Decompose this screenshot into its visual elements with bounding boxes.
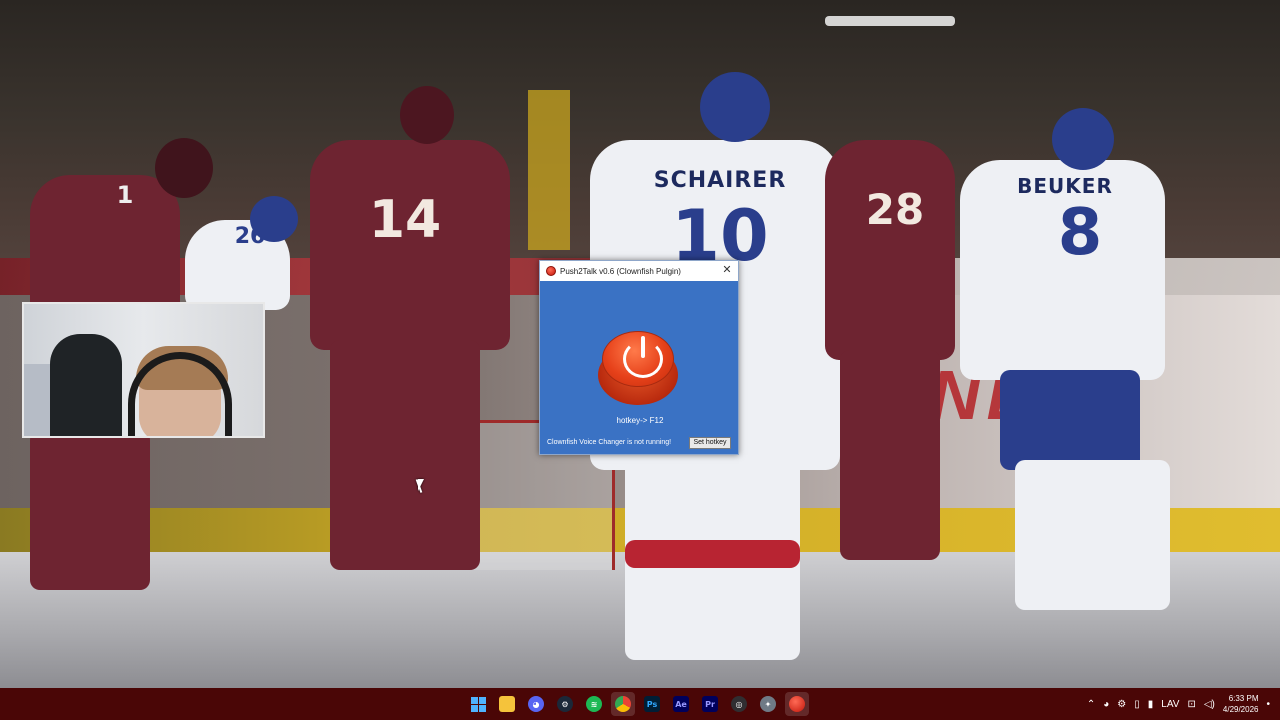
- security-icon[interactable]: ▮: [1148, 699, 1154, 710]
- player-maroon-14: 14: [310, 140, 510, 350]
- jersey-number: 14: [368, 190, 442, 250]
- notification-icon[interactable]: •: [1266, 699, 1270, 710]
- clock-time: 6:33 PM: [1228, 694, 1259, 703]
- player-legs: [330, 340, 480, 570]
- steam-tray-icon[interactable]: ⚙: [1117, 699, 1126, 710]
- webcam-overlay: [22, 302, 265, 438]
- ceiling-lights: [825, 16, 955, 26]
- player-helmet: [155, 138, 213, 198]
- folder-icon: [499, 696, 515, 712]
- obs-icon: ◎: [731, 696, 747, 712]
- taskbar-chrome[interactable]: [611, 692, 635, 716]
- jersey-number: 1: [116, 181, 134, 209]
- taskbar-pinned-apps: ◕ ⚙ ≋ Ps Ae Pr ◎ ✦: [466, 688, 809, 720]
- taskbar-obs[interactable]: ◎: [727, 692, 751, 716]
- gear-icon: ✦: [760, 696, 776, 712]
- player-helmet: [400, 86, 454, 144]
- windows-start-icon: [470, 696, 486, 712]
- chrome-icon: [615, 696, 631, 712]
- player-usa-8: BEUKER 8: [960, 160, 1165, 380]
- player-helmet: [1052, 108, 1114, 170]
- player-pants: [1000, 370, 1140, 470]
- status-message: Clownfish Voice Changer is not running!: [547, 439, 672, 446]
- taskbar-push2talk[interactable]: [785, 692, 809, 716]
- player-maroon-26: 28: [825, 140, 955, 360]
- hotkey-label: hotkey-> F12: [616, 416, 664, 425]
- jersey-number: 28: [865, 185, 925, 234]
- language-indicator[interactable]: LAV: [1161, 699, 1179, 710]
- push2talk-app-icon: [546, 266, 556, 276]
- set-hotkey-button[interactable]: Set hotkey: [689, 437, 731, 449]
- jersey-number: 8: [1057, 196, 1103, 270]
- player-helmet: [250, 196, 298, 242]
- photoshop-icon: Ps: [644, 696, 660, 712]
- push2talk-icon: [789, 696, 805, 712]
- arena-pillar: [528, 90, 570, 250]
- power-icon-line: [641, 336, 645, 358]
- discord-icon: ◕: [528, 696, 544, 712]
- usb-icon[interactable]: ▯: [1134, 699, 1140, 710]
- close-button[interactable]: ✕: [720, 264, 734, 278]
- taskbar-discord[interactable]: ◕: [524, 692, 548, 716]
- push-to-talk-button[interactable]: [598, 331, 678, 411]
- taskbar-premiere[interactable]: Pr: [698, 692, 722, 716]
- taskbar-after-effects[interactable]: Ae: [669, 692, 693, 716]
- taskbar-spotify[interactable]: ≋: [582, 692, 606, 716]
- start-button[interactable]: [466, 692, 490, 716]
- dialog-title: Push2Talk v0.6 (Clownfish Pulgin): [560, 266, 681, 276]
- chevron-up-icon[interactable]: ⌃: [1087, 699, 1095, 710]
- taskbar-steam[interactable]: ⚙: [553, 692, 577, 716]
- spotify-icon: ≋: [586, 696, 602, 712]
- jersey-name: BEUKER: [1017, 174, 1113, 198]
- mouse-cursor-icon: [418, 479, 424, 491]
- taskbar-file-explorer[interactable]: [495, 692, 519, 716]
- network-icon[interactable]: ⊡: [1187, 699, 1195, 710]
- clock[interactable]: 6:33 PM 4/29/2026: [1223, 693, 1259, 715]
- premiere-icon: Pr: [702, 696, 718, 712]
- system-tray: ⌃ ◕ ⚙ ▯ ▮ LAV ⊡ ◁) 6:33 PM 4/29/2026 •: [1087, 688, 1280, 720]
- taskbar: ◕ ⚙ ≋ Ps Ae Pr ◎ ✦ ⌃ ◕ ⚙ ▯ ▮ LAV ⊡ ◁) 6:…: [0, 688, 1280, 720]
- webcam-hoodie: [50, 334, 122, 436]
- player-legs: [30, 430, 150, 590]
- button-top: [602, 331, 674, 387]
- jersey-name: SCHAIRER: [653, 168, 787, 193]
- player-stripe: [625, 540, 800, 568]
- clock-date: 4/29/2026: [1222, 705, 1259, 714]
- after-effects-icon: Ae: [673, 696, 689, 712]
- dialog-titlebar[interactable]: Push2Talk v0.6 (Clownfish Pulgin) ✕: [540, 261, 738, 281]
- taskbar-photoshop[interactable]: Ps: [640, 692, 664, 716]
- volume-icon[interactable]: ◁): [1204, 699, 1215, 710]
- player-legs: [1015, 460, 1170, 610]
- discord-tray-icon[interactable]: ◕: [1103, 699, 1109, 710]
- push2talk-dialog: Push2Talk v0.6 (Clownfish Pulgin) ✕ hotk…: [539, 260, 739, 455]
- steam-icon: ⚙: [557, 696, 573, 712]
- player-legs: [840, 350, 940, 560]
- player-helmet: [700, 72, 770, 142]
- taskbar-settings[interactable]: ✦: [756, 692, 780, 716]
